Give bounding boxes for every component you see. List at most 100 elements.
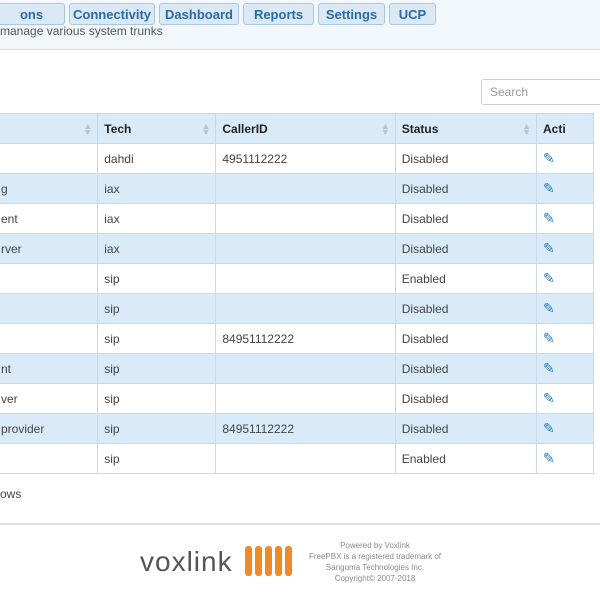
nav-tab-applications[interactable]: ons xyxy=(0,3,65,25)
cell-name: g xyxy=(0,173,99,204)
cell-name xyxy=(0,443,99,474)
cell-tech: iax xyxy=(97,203,217,234)
edit-icon[interactable]: ✎ xyxy=(543,180,555,196)
cell-actions: ✎ xyxy=(536,203,594,234)
table-row: nt sip Disabled ✎ xyxy=(0,353,594,384)
cell-tech: sip xyxy=(97,293,217,324)
cell-callerid xyxy=(215,203,396,234)
cell-status: Disabled xyxy=(394,293,538,324)
cell-name xyxy=(0,143,99,174)
cell-actions: ✎ xyxy=(536,263,594,294)
table-row: sip Enabled ✎ xyxy=(0,443,594,474)
cell-actions: ✎ xyxy=(536,353,594,384)
edit-icon[interactable]: ✎ xyxy=(543,360,555,376)
cell-tech: sip xyxy=(97,353,217,384)
table-row: dahdi 4951112222 Disabled ✎ xyxy=(0,143,594,174)
cell-status: Disabled xyxy=(394,203,538,234)
cell-tech: iax xyxy=(97,233,217,264)
nav-tab-connectivity[interactable]: Connectivity xyxy=(69,3,155,25)
edit-icon[interactable]: ✎ xyxy=(543,390,555,406)
table-row: provider sip 84951112222 Disabled ✎ xyxy=(0,413,594,444)
column-header-tech[interactable]: Tech ▲ ▼ xyxy=(97,113,217,144)
cell-status: Enabled xyxy=(394,263,538,294)
cell-name: nt xyxy=(0,353,99,384)
edit-icon[interactable]: ✎ xyxy=(543,150,555,166)
powered-by-text: Powered by Voxlink FreePBX is a register… xyxy=(308,541,442,583)
cell-status: Disabled xyxy=(394,173,538,204)
cell-actions: ✎ xyxy=(536,143,594,174)
column-header-status[interactable]: Status ▲ ▼ xyxy=(394,113,538,144)
cell-tech: sip xyxy=(97,443,217,474)
cell-callerid xyxy=(215,173,396,204)
edit-icon[interactable]: ✎ xyxy=(543,240,555,256)
cell-name xyxy=(0,293,99,324)
cell-status: Disabled xyxy=(394,323,538,354)
cell-callerid: 84951112222 xyxy=(215,323,396,354)
cell-tech: sip xyxy=(97,413,217,444)
cell-callerid xyxy=(215,353,396,384)
cell-tech: sip xyxy=(97,383,217,414)
table-row: sip Enabled ✎ xyxy=(0,263,594,294)
main-nav: ons Connectivity Dashboard Reports Setti… xyxy=(0,3,436,25)
table-row: sip 84951112222 Disabled ✎ xyxy=(0,323,594,354)
cell-callerid: 4951112222 xyxy=(215,143,396,174)
edit-icon[interactable]: ✎ xyxy=(543,330,555,346)
cell-name xyxy=(0,323,99,354)
cell-actions: ✎ xyxy=(536,293,594,324)
cell-status: Disabled xyxy=(394,353,538,384)
edit-icon[interactable]: ✎ xyxy=(543,270,555,286)
cell-callerid xyxy=(215,293,396,324)
cell-tech: iax xyxy=(97,173,217,204)
edit-icon[interactable]: ✎ xyxy=(543,300,555,316)
page-subtitle: manage various system trunks xyxy=(0,24,163,38)
top-bar: ons Connectivity Dashboard Reports Setti… xyxy=(0,0,600,50)
cell-name: provider xyxy=(0,413,99,444)
column-header-name[interactable]: ▲ ▼ xyxy=(0,113,99,144)
cell-status: Disabled xyxy=(394,413,538,444)
cell-tech: sip xyxy=(97,263,217,294)
cell-tech: sip xyxy=(97,323,217,354)
cell-actions: ✎ xyxy=(536,323,594,354)
edit-icon[interactable]: ✎ xyxy=(543,210,555,226)
nav-tab-ucp[interactable]: UCP xyxy=(389,3,436,25)
table-row: g iax Disabled ✎ xyxy=(0,173,594,204)
cell-actions: ✎ xyxy=(536,443,594,474)
cell-actions: ✎ xyxy=(536,383,594,414)
cell-name: ver xyxy=(0,383,99,414)
edit-icon[interactable]: ✎ xyxy=(543,420,555,436)
cell-callerid xyxy=(215,383,396,414)
cell-callerid xyxy=(215,233,396,264)
cell-actions: ✎ xyxy=(536,173,594,204)
edit-icon[interactable]: ✎ xyxy=(543,450,555,466)
cell-status: Disabled xyxy=(394,383,538,414)
column-header-actions: Acti xyxy=(536,113,594,144)
cell-tech: dahdi xyxy=(97,143,217,174)
cell-callerid xyxy=(215,443,396,474)
cell-name: rver xyxy=(0,233,99,264)
table-row: rver iax Disabled ✎ xyxy=(0,233,594,264)
search-input[interactable] xyxy=(481,79,600,105)
nav-tab-settings[interactable]: Settings xyxy=(318,3,385,25)
cell-status: Enabled xyxy=(394,443,538,474)
nav-tab-reports[interactable]: Reports xyxy=(243,3,314,25)
rows-info: ows xyxy=(0,487,22,501)
table-row: ent iax Disabled ✎ xyxy=(0,203,594,234)
cell-name xyxy=(0,263,99,294)
cell-callerid xyxy=(215,263,396,294)
cell-name: ent xyxy=(0,203,99,234)
footer: voxlink Powered by Voxlink FreePBX is a … xyxy=(0,523,600,600)
nav-tab-dashboard[interactable]: Dashboard xyxy=(159,3,239,25)
cell-status: Disabled xyxy=(394,233,538,264)
cell-callerid: 84951112222 xyxy=(215,413,396,444)
brand-logo-icon xyxy=(245,546,292,576)
cell-status: Disabled xyxy=(394,143,538,174)
column-header-callerid[interactable]: CallerID ▲ ▼ xyxy=(215,113,396,144)
cell-actions: ✎ xyxy=(536,233,594,264)
sort-icon: ▲ ▼ xyxy=(83,121,93,137)
brand-logo-text: voxlink xyxy=(140,546,233,577)
cell-actions: ✎ xyxy=(536,413,594,444)
sort-icon: ▲ ▼ xyxy=(380,121,390,137)
table-header-row: ▲ ▼ Tech ▲ ▼ CallerID ▲ ▼ Status ▲ ▼ Acti xyxy=(0,113,594,144)
table-row: sip Disabled ✎ xyxy=(0,293,594,324)
sort-icon: ▲ ▼ xyxy=(201,121,211,137)
